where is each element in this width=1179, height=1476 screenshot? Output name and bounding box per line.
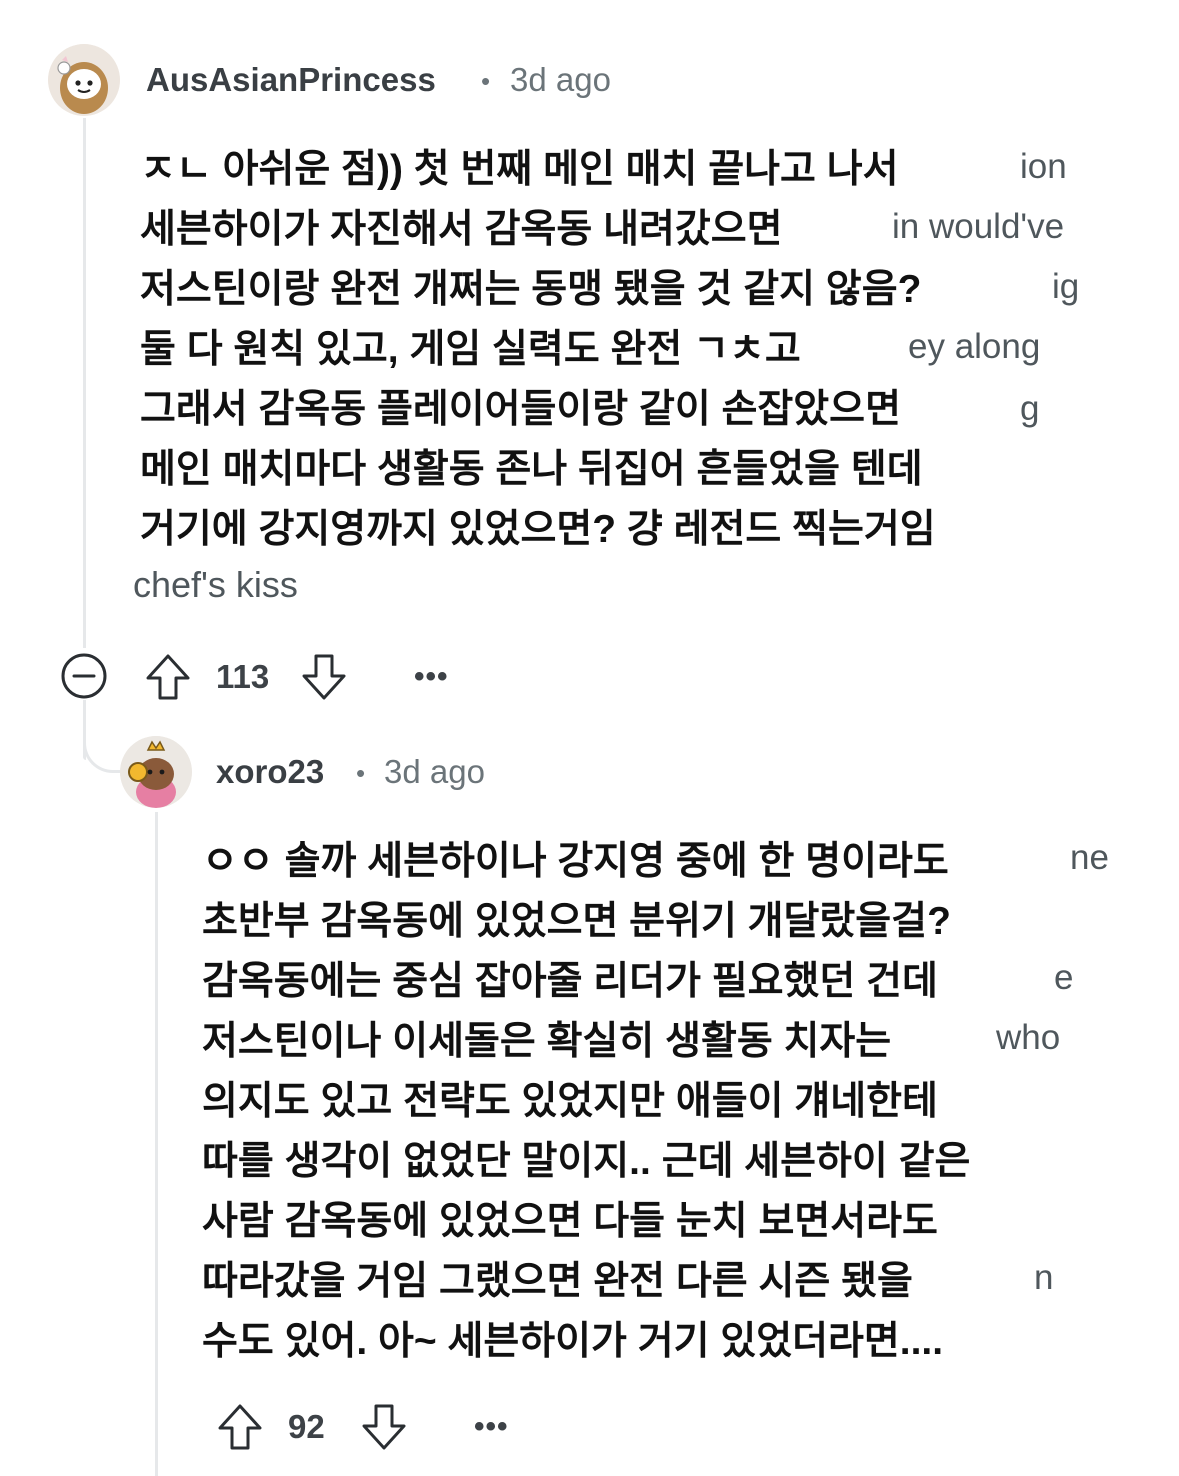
thread-line-reply — [155, 812, 158, 1476]
meta-separator: • — [356, 758, 366, 788]
background-text-fragment: ion — [1020, 147, 1067, 186]
downvote-icon — [302, 654, 346, 700]
comment-line: 거기에 강지영까지 있었으면? 걍 레전드 찍는거임 — [140, 508, 936, 551]
comment-line: 의지도 있고 전략도 있었지만 애들이 걔네한테 — [202, 1080, 938, 1123]
comment-line: ㅇㅇ 솔까 세븐하이나 강지영 중에 한 명이라도 — [202, 840, 949, 883]
comment-line: 둘 다 원칙 있고, 게임 실력도 완전 ㄱㅊ고 — [140, 328, 801, 371]
comment-body: ㅇㅇ 솔까 세븐하이나 강지영 중에 한 명이라도 초반부 감옥동에 있었으면 … — [202, 832, 970, 1372]
background-text-fragment: g — [1020, 389, 1040, 428]
comment-line: 초반부 감옥동에 있었으면 분위기 개달랐을걸? — [202, 900, 951, 943]
avatar[interactable] — [48, 44, 120, 116]
more-options-icon[interactable]: ••• — [414, 660, 449, 694]
collapse-icon — [61, 653, 107, 699]
avatar[interactable] — [120, 736, 192, 808]
collapse-button[interactable] — [60, 652, 108, 700]
background-text-fragment: n — [1034, 1258, 1054, 1297]
comment-line: 사람 감옥동에 있었으면 다들 눈치 보면서라도 — [202, 1200, 938, 1243]
comment-line: 따를 생각이 없었단 말이지.. 근데 세븐하이 같은 — [202, 1140, 971, 1183]
upvote-button[interactable] — [144, 652, 192, 702]
comment-author[interactable]: AusAsianPrincess — [146, 61, 436, 99]
downvote-icon — [362, 1404, 406, 1450]
upvote-count: 113 — [216, 658, 270, 695]
comment-line: 감옥동에는 중심 잡아줄 리더가 필요했던 건데 — [202, 960, 938, 1003]
downvote-button[interactable] — [360, 1402, 408, 1452]
meta-separator: • — [481, 66, 491, 96]
comment-line: 세븐하이가 자진해서 감옥동 내려갔으면 — [140, 208, 783, 251]
comment-line: 수도 있어. 아~ 세븐하이가 거기 있었더라면.... — [202, 1320, 944, 1363]
background-text-fragment: ne — [1070, 838, 1109, 877]
thread-line-root — [83, 118, 86, 648]
comment-line: 저스틴이나 이세돌은 확실히 생활동 치자는 — [202, 1020, 892, 1063]
more-options-icon[interactable]: ••• — [474, 1410, 509, 1444]
background-text-fragment: who — [996, 1018, 1061, 1057]
comment-author[interactable]: xoro23 — [216, 753, 324, 791]
comment-line: 저스틴이랑 완전 개쩌는 동맹 됐을 것 같지 않음? — [140, 268, 922, 311]
comment-line: 그래서 감옥동 플레이어들이랑 같이 손잡았으면 — [140, 388, 901, 431]
comment-timestamp: 3d ago — [384, 753, 485, 790]
comment-tail-text: chef's kiss — [133, 564, 298, 605]
upvote-icon — [218, 1404, 262, 1450]
snoo-avatar-icon — [48, 44, 120, 116]
comment-line: ㅈㄴ 아쉬운 점)) 첫 번째 메인 매치 끝나고 나서 — [140, 148, 899, 191]
comment-timestamp: 3d ago — [510, 61, 611, 98]
background-text-fragment: ig — [1052, 267, 1080, 306]
background-text-fragment: e — [1054, 958, 1074, 997]
upvote-count: 92 — [288, 1408, 325, 1445]
comment-line: 따라갔을 거임 그랬으면 완전 다른 시즌 됐을 — [202, 1260, 913, 1303]
snoo-avatar-icon — [120, 736, 192, 808]
comment-body: ㅈㄴ 아쉬운 점)) 첫 번째 메인 매치 끝나고 나서 세븐하이가 자진해서 … — [140, 140, 936, 560]
comment-line: 메인 매치마다 생활동 존나 뒤집어 흔들었을 텐데 — [140, 448, 923, 491]
upvote-icon — [146, 654, 190, 700]
upvote-button[interactable] — [216, 1402, 264, 1452]
downvote-button[interactable] — [300, 652, 348, 702]
